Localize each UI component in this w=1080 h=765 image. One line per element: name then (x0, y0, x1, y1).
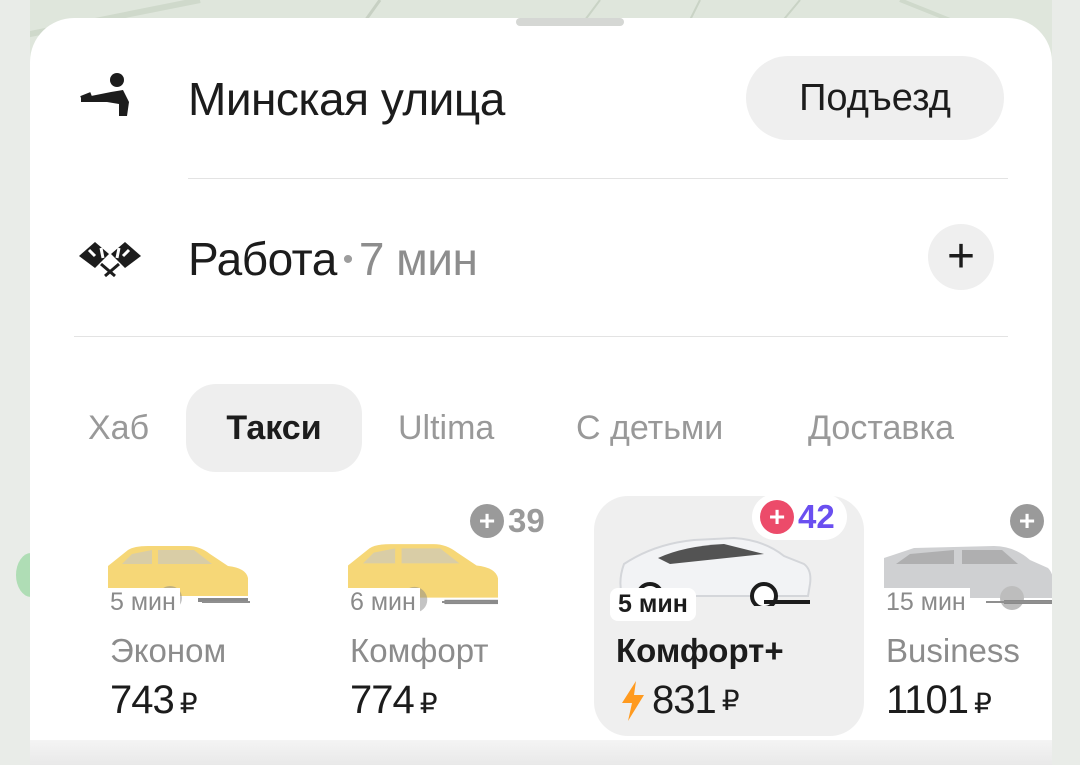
plus-icon: + (470, 504, 504, 538)
tariff-card-comfort[interactable]: +39 6 мин Комфорт 774 ₽ (330, 498, 600, 738)
currency-symbol: ₽ (974, 688, 992, 719)
tariff-card-econom[interactable]: 5 мин Эконом 743 ₽ (90, 498, 360, 738)
plus-points: 42 (798, 498, 835, 535)
destination-title[interactable]: Работа • 7 мин (188, 232, 478, 286)
sheet-bottom-edge (30, 740, 1052, 765)
currency-symbol: ₽ (419, 688, 438, 719)
tariff-price: 774 ₽ (350, 678, 438, 723)
tariff-eta: 5 мин (106, 588, 180, 617)
plus-icon: + (760, 500, 794, 534)
price-value: 1101 (886, 678, 969, 722)
pickup-row[interactable]: Минская улица Подъезд (30, 18, 1052, 178)
tariff-card-business[interactable]: + 15 мин Business 1101 ₽ (868, 498, 1052, 738)
plus-cashback-badge: + (1010, 498, 1048, 544)
tariff-eta: 5 мин (610, 588, 696, 621)
price-value: 774 (350, 678, 415, 722)
price-value: 831 (652, 678, 717, 722)
tariff-name: Эконом (110, 632, 227, 669)
tariff-eta: 15 мин (882, 588, 970, 617)
screen-edge-right (1052, 0, 1080, 765)
tariff-eta: 6 мин (346, 588, 420, 617)
tariff-price: 831 ₽ (620, 678, 740, 723)
trip-duration: 7 мин (358, 233, 478, 285)
plus-cashback-badge: +42 (752, 494, 847, 540)
screen-edge-left (0, 0, 30, 765)
tab-delivery[interactable]: Доставка (808, 384, 954, 472)
lightning-icon (622, 680, 644, 721)
tariff-name: Комфорт (350, 632, 489, 669)
plus-icon: + (1010, 504, 1044, 538)
pickup-person-icon (74, 68, 146, 128)
separator-dot: • (342, 243, 354, 276)
destination-name: Работа (188, 233, 337, 285)
plus-points: 39 (508, 502, 545, 539)
eta-underline (202, 601, 250, 603)
entrance-button[interactable]: Подъезд (746, 56, 1004, 140)
plus-cashback-badge: +39 (470, 498, 545, 544)
tariff-price: 1101 ₽ (886, 678, 992, 723)
divider (74, 336, 1008, 337)
currency-symbol: ₽ (721, 685, 740, 716)
tab-ultima[interactable]: Ultima (398, 384, 494, 472)
currency-symbol: ₽ (179, 688, 198, 719)
tariff-name: Комфорт+ (616, 632, 784, 669)
tariff-price: 743 ₽ (110, 678, 198, 723)
add-stop-button[interactable]: + (928, 224, 994, 290)
eta-underline (986, 601, 1052, 603)
service-tabs: Хаб Такси Ultima С детьми Доставка (30, 384, 1052, 472)
destination-row[interactable]: Работа • 7 мин + (30, 178, 1052, 338)
order-bottom-sheet: Минская улица Подъезд Работа • 7 мин + Хаб… (30, 18, 1052, 765)
tab-with-kids[interactable]: С детьми (576, 384, 723, 472)
tariff-name: Business (886, 632, 1020, 669)
tab-hub[interactable]: Хаб (88, 384, 149, 472)
checkered-flags-icon (74, 228, 146, 288)
price-value: 743 (110, 678, 175, 722)
tab-taxi[interactable]: Такси (186, 384, 362, 472)
pickup-address[interactable]: Минская улица (188, 72, 505, 126)
tariff-card-comfort-plus[interactable]: +42 5 мин Комфорт+ 831 ₽ (594, 494, 864, 736)
eta-underline (442, 601, 490, 603)
